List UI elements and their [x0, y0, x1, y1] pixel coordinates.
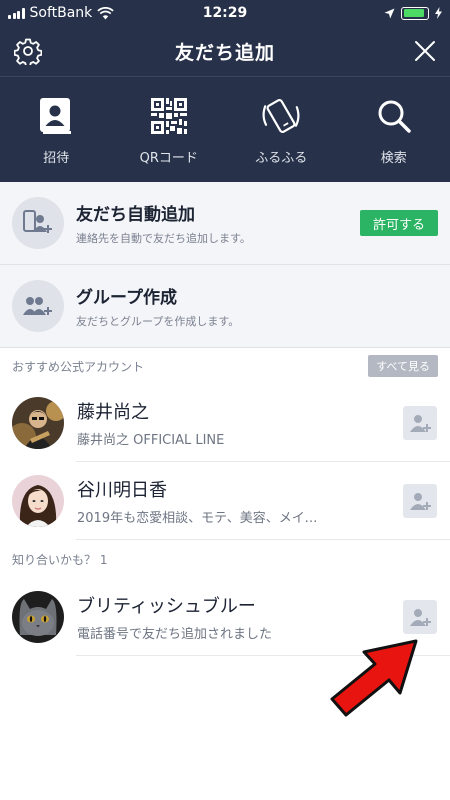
gear-icon[interactable]: [14, 37, 42, 65]
battery-fill: [403, 9, 425, 17]
location-icon: [384, 8, 395, 18]
avatar: [12, 475, 64, 527]
tab-shake[interactable]: ふるふる: [225, 77, 338, 182]
suggest-section-header: 知り合いかも？ 1: [0, 540, 450, 578]
suggest-section-title: 知り合いかも？ 1: [12, 552, 108, 567]
carrier-label: SoftBank: [29, 5, 93, 21]
status-right: [384, 6, 442, 20]
friend-name: ブリティッシュブルー: [77, 596, 256, 617]
close-icon[interactable]: [412, 38, 438, 64]
status-left: SoftBank: [8, 5, 115, 21]
account-name: 谷川明日香: [77, 480, 167, 501]
list-item-official[interactable]: 藤井尚之 藤井尚之 OFFICIAL LINE: [0, 384, 450, 462]
tab-label: 検索: [380, 151, 407, 166]
avatar: [12, 397, 64, 449]
add-friend-icon: [410, 415, 431, 432]
list-item-text: ブリティッシュブルー 電話番号で友だち追加されました: [77, 592, 403, 642]
status-bar: SoftBank 12:29: [0, 0, 450, 26]
red-arrow-icon: [330, 639, 418, 717]
search-icon: [372, 94, 416, 138]
qr-code-icon: [147, 94, 191, 138]
account-name: 藤井尚之: [77, 402, 149, 423]
tab-label: ふるふる: [255, 151, 308, 166]
friend-subtitle: 電話番号で友だち追加されました: [77, 627, 273, 642]
divider: [76, 539, 450, 540]
auto-add-desc: 連絡先を自動で友だち追加します。: [76, 232, 251, 245]
see-all-button[interactable]: すべて見る: [368, 355, 438, 377]
add-friend-button[interactable]: [403, 600, 437, 634]
add-method-tabs: 招待 QRコード ふるふる 検索: [0, 76, 450, 182]
list-item-text: 谷川明日香 2019年も恋愛相談、モテ、美容、メイク、占い: [77, 476, 403, 526]
phone-add-friend-icon: [12, 197, 64, 249]
charging-icon: [435, 7, 442, 19]
signal-icon: [8, 7, 25, 19]
contacts-book-icon: [34, 94, 78, 138]
create-group-text: グループ作成 友だちとグループを作成します。: [76, 283, 438, 329]
auto-add-title: 友だち自動追加: [76, 205, 195, 225]
group-add-icon: [12, 280, 64, 332]
create-group-desc: 友だちとグループを作成します。: [76, 315, 240, 328]
create-group-title: グループ作成: [76, 288, 177, 308]
avatar: [12, 591, 64, 643]
add-friend-icon: [410, 609, 431, 626]
official-section-header: おすすめ公式アカウント すべて見る: [0, 348, 450, 384]
tab-qr-code[interactable]: QRコード: [113, 77, 226, 182]
add-friend-icon: [410, 493, 431, 510]
battery-icon: [401, 6, 429, 20]
list-item-official[interactable]: 谷川明日香 2019年も恋愛相談、モテ、美容、メイク、占い: [0, 462, 450, 540]
account-subtitle: 2019年も恋愛相談、モテ、美容、メイク、占い: [77, 511, 329, 526]
tab-search[interactable]: 検索: [338, 77, 450, 182]
header: 友だち追加: [0, 26, 450, 76]
auto-add-text: 友だち自動追加 連絡先を自動で友だち追加します。: [76, 200, 360, 246]
list-item-text: 藤井尚之 藤井尚之 OFFICIAL LINE: [77, 398, 403, 448]
add-friend-button[interactable]: [403, 406, 437, 440]
tab-invite[interactable]: 招待: [0, 77, 113, 182]
create-group-row[interactable]: グループ作成 友だちとグループを作成します。: [0, 265, 450, 348]
account-subtitle: 藤井尚之 OFFICIAL LINE: [77, 433, 225, 448]
tab-label: QRコード: [139, 151, 198, 166]
shake-phone-icon: [259, 94, 303, 138]
official-section-title: おすすめ公式アカウント: [12, 359, 145, 374]
page-title: 友だち追加: [174, 41, 275, 64]
tab-label: 招待: [43, 151, 70, 166]
wifi-icon: [97, 6, 115, 19]
allow-button[interactable]: 許可する: [360, 210, 438, 236]
add-friend-button[interactable]: [403, 484, 437, 518]
auto-add-friends-row[interactable]: 友だち自動追加 連絡先を自動で友だち追加します。 許可する: [0, 182, 450, 265]
